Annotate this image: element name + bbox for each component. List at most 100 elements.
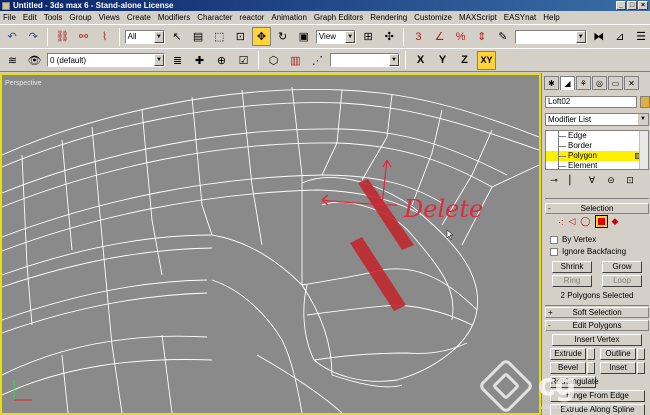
- edit-named-selection-icon[interactable]: ✎: [494, 27, 512, 46]
- extrude-settings-button[interactable]: [587, 348, 595, 360]
- add-to-layer-icon[interactable]: ✚: [190, 51, 209, 70]
- retriangulate-button[interactable]: Retriangulate: [550, 376, 599, 388]
- selection-filter-dropdown[interactable]: All ▼: [124, 29, 165, 44]
- stack-item-border[interactable]: Border: [546, 141, 648, 151]
- vertex-mode-icon[interactable]: ·:: [558, 217, 564, 227]
- menu-easynat[interactable]: EASYnat: [504, 13, 536, 22]
- menu-edit[interactable]: Edit: [23, 13, 37, 22]
- edge-mode-icon[interactable]: ◁: [569, 216, 576, 227]
- show-end-result-icon[interactable]: ▏: [566, 175, 580, 186]
- menu-graph-editors[interactable]: Graph Editors: [314, 13, 363, 22]
- axis-y-button[interactable]: Y: [433, 51, 452, 70]
- window-crossing-icon[interactable]: ⊡: [231, 27, 249, 46]
- minimize-button[interactable]: _: [616, 1, 626, 10]
- stack-item-element[interactable]: Element: [546, 161, 648, 169]
- stack-item-polygon[interactable]: Polygon: [546, 151, 648, 161]
- axis-xy-button[interactable]: XY: [477, 50, 496, 70]
- stack-scrollbar[interactable]: [639, 131, 648, 169]
- loop-button[interactable]: Loop: [602, 275, 642, 287]
- menu-rendering[interactable]: Rendering: [370, 13, 407, 22]
- select-by-name-icon[interactable]: ▤: [189, 27, 207, 46]
- bevel-button[interactable]: Bevel: [550, 362, 586, 374]
- angle-snap-icon[interactable]: ∠: [430, 27, 448, 46]
- axis-z-button[interactable]: Z: [455, 51, 474, 70]
- select-and-scale-icon[interactable]: ▣: [295, 27, 313, 46]
- unlink-icon[interactable]: ⚯: [74, 27, 92, 46]
- outline-button[interactable]: Outline: [600, 348, 636, 360]
- remove-modifier-icon[interactable]: ⊝: [604, 175, 618, 186]
- bevel-settings-button[interactable]: [587, 362, 595, 374]
- by-vertex-checkbox[interactable]: By Vertex: [550, 235, 596, 244]
- menu-animation[interactable]: Animation: [271, 13, 307, 22]
- named-selection-sets-dropdown[interactable]: ▼: [514, 29, 587, 44]
- mirror-icon[interactable]: ⧓: [590, 27, 608, 46]
- ignore-backfacing-checkbox[interactable]: Ignore Backfacing: [550, 247, 626, 256]
- reference-coordinate-dropdown[interactable]: View ▼: [315, 29, 357, 44]
- hierarchy-tab-icon[interactable]: ⚘: [576, 76, 591, 90]
- hide-layer-icon[interactable]: 👁: [25, 51, 44, 70]
- layer-manager-icon[interactable]: ☰: [632, 27, 650, 46]
- object-name-field[interactable]: Loft02: [545, 96, 637, 108]
- menu-help[interactable]: Help: [543, 13, 559, 22]
- snapshot-icon[interactable]: ⋰: [308, 51, 327, 70]
- menu-modifiers[interactable]: Modifiers: [158, 13, 190, 22]
- menu-maxscript[interactable]: MAXScript: [459, 13, 497, 22]
- menu-character[interactable]: Character: [197, 13, 232, 22]
- pin-stack-icon[interactable]: ⊸: [547, 175, 561, 186]
- utilities-tab-icon[interactable]: ✕: [624, 76, 639, 90]
- make-unique-icon[interactable]: ∀: [585, 175, 599, 186]
- display-tab-icon[interactable]: ▭: [608, 76, 623, 90]
- shrink-button[interactable]: Shrink: [552, 261, 592, 273]
- extras-box-icon[interactable]: ⬡: [264, 51, 283, 70]
- select-and-link-icon[interactable]: ⛓: [53, 27, 71, 46]
- edit-polygons-rollout[interactable]: - Edit Polygons: [545, 320, 649, 331]
- redo-icon[interactable]: ↷: [24, 27, 42, 46]
- select-and-manipulate-icon[interactable]: ✣: [380, 27, 398, 46]
- spacing-tool-dropdown[interactable]: ▼: [330, 53, 400, 67]
- grow-button[interactable]: Grow: [602, 261, 642, 273]
- menu-create[interactable]: Create: [127, 13, 151, 22]
- menu-reactor[interactable]: reactor: [239, 13, 264, 22]
- menu-tools[interactable]: Tools: [44, 13, 63, 22]
- selection-rollout[interactable]: - Selection: [545, 203, 649, 214]
- create-layer-icon[interactable]: ≣: [168, 51, 187, 70]
- stack-item-edge[interactable]: Edge: [546, 131, 648, 141]
- select-layer-icon[interactable]: ⊕: [212, 51, 231, 70]
- extrude-button[interactable]: Extrude: [550, 348, 586, 360]
- inset-button[interactable]: Inset: [600, 362, 636, 374]
- menu-group[interactable]: Group: [69, 13, 91, 22]
- select-and-rotate-icon[interactable]: ↻: [274, 27, 292, 46]
- align-icon[interactable]: ⊿: [611, 27, 629, 46]
- spinner-snap-icon[interactable]: ⇕: [473, 27, 491, 46]
- snap-toggle-icon[interactable]: 3: [409, 27, 427, 46]
- border-mode-icon[interactable]: ◯: [580, 216, 590, 227]
- object-color-swatch[interactable]: [640, 96, 650, 108]
- menu-file[interactable]: File: [3, 13, 16, 22]
- viewport-label[interactable]: Perspective: [5, 80, 42, 87]
- modifier-list-dropdown[interactable]: Modifier List ▼: [545, 113, 649, 126]
- maximize-button[interactable]: □: [627, 1, 637, 10]
- axis-x-button[interactable]: X: [411, 51, 430, 70]
- hinge-from-edge-button[interactable]: Hinge From Edge: [550, 390, 645, 402]
- outline-settings-button[interactable]: [637, 348, 645, 360]
- configure-modifier-sets-icon[interactable]: ⊡: [623, 175, 637, 186]
- bind-space-warp-icon[interactable]: ⌇: [96, 27, 114, 46]
- element-mode-icon[interactable]: ◆: [612, 216, 619, 227]
- modifier-stack[interactable]: Edge Border Polygon Element: [545, 130, 649, 170]
- ring-button[interactable]: Ring: [552, 275, 592, 287]
- extrude-along-spline-button[interactable]: Extrude Along Spline: [550, 404, 645, 415]
- menu-views[interactable]: Views: [99, 13, 120, 22]
- array-icon[interactable]: ▥: [286, 51, 305, 70]
- select-object-icon[interactable]: ↖: [168, 27, 186, 46]
- percent-snap-icon[interactable]: %: [452, 27, 470, 46]
- motion-tab-icon[interactable]: ◎: [592, 76, 607, 90]
- set-current-layer-icon[interactable]: ☑: [234, 51, 253, 70]
- inset-settings-button[interactable]: [637, 362, 645, 374]
- modify-tab-icon[interactable]: ◢: [560, 76, 575, 90]
- perspective-viewport[interactable]: Delete Perspective: [0, 73, 541, 415]
- create-tab-icon[interactable]: ✱: [544, 76, 559, 90]
- layers-icon[interactable]: ≋: [3, 51, 22, 70]
- soft-selection-rollout[interactable]: + Soft Selection: [545, 307, 649, 318]
- select-and-move-icon[interactable]: ✥: [252, 27, 271, 46]
- layer-dropdown[interactable]: 0 (default) ▼: [47, 53, 165, 67]
